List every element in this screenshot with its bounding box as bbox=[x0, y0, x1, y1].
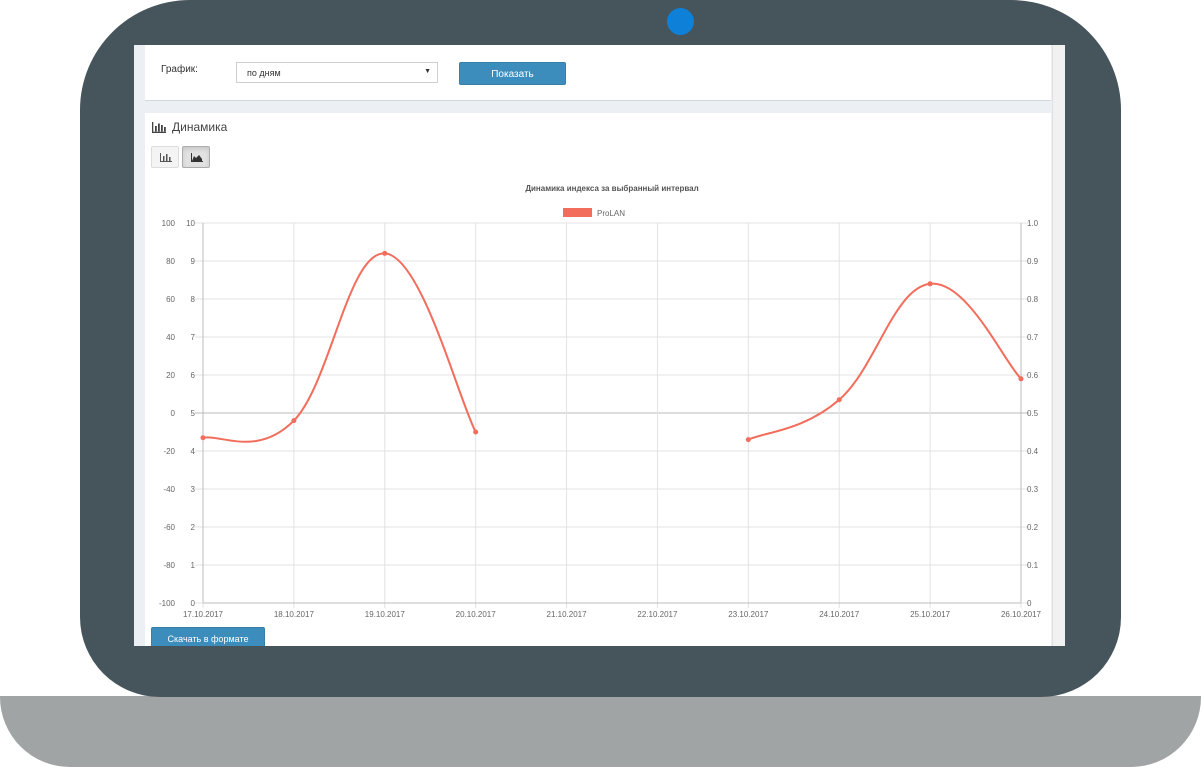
data-point bbox=[927, 281, 933, 287]
series-line bbox=[747, 282, 1022, 441]
caret-down-icon: ▼ bbox=[424, 68, 431, 75]
app-screen: График: по дням ▼ Показать отмеченные Ди… bbox=[134, 45, 1065, 646]
y-tick-label-inner: 4 bbox=[191, 447, 196, 456]
y-tick-label-right: 0.8 bbox=[1027, 295, 1039, 304]
y-tick-label-outer: 20 bbox=[166, 371, 175, 380]
chart-type-label: График: bbox=[161, 64, 198, 75]
y-tick-label-right: 0.4 bbox=[1027, 447, 1039, 456]
data-point bbox=[382, 250, 388, 256]
y-tick-label-right: 0.3 bbox=[1027, 485, 1039, 494]
page-scrollbar[interactable] bbox=[1052, 45, 1065, 646]
y-tick-label-outer: -40 bbox=[163, 485, 175, 494]
laptop-base bbox=[0, 696, 1201, 767]
y-tick-label-inner: 9 bbox=[191, 257, 196, 266]
x-tick-label: 23.10.2017 bbox=[728, 610, 769, 619]
y-tick-label-inner: 6 bbox=[191, 371, 196, 380]
y-tick-label-inner: 0 bbox=[191, 599, 196, 608]
download-excel-button[interactable]: Скачать в формате Excel bbox=[151, 627, 265, 646]
y-tick-label-inner: 7 bbox=[191, 333, 196, 342]
x-tick-label: 17.10.2017 bbox=[183, 610, 224, 619]
bar-view-button[interactable] bbox=[151, 146, 179, 168]
data-point bbox=[745, 437, 751, 443]
period-select[interactable]: по дням ▼ bbox=[236, 62, 438, 83]
bar-chart-icon bbox=[152, 121, 166, 133]
x-tick-label: 26.10.2017 bbox=[1001, 610, 1042, 619]
show-selected-button[interactable]: Показать отмеченные bbox=[459, 62, 566, 101]
y-tick-label-outer: 40 bbox=[166, 333, 175, 342]
x-tick-label: 18.10.2017 bbox=[274, 610, 315, 619]
bar-chart-icon bbox=[160, 153, 172, 162]
y-tick-label-outer: 0 bbox=[171, 409, 176, 418]
data-point bbox=[473, 429, 479, 435]
x-tick-label: 21.10.2017 bbox=[547, 610, 588, 619]
series-line bbox=[202, 252, 477, 443]
y-tick-label-right: 0.1 bbox=[1027, 561, 1039, 570]
y-tick-label-right: 0.2 bbox=[1027, 523, 1039, 532]
y-tick-label-inner: 8 bbox=[191, 295, 196, 304]
webcam-icon bbox=[667, 8, 694, 35]
legend-swatch bbox=[563, 208, 592, 217]
chart-title: Динамика индекса за выбранный интервал bbox=[525, 184, 698, 193]
x-tick-label: 22.10.2017 bbox=[637, 610, 678, 619]
y-tick-label-outer: -60 bbox=[163, 523, 175, 532]
y-tick-label-right: 0.5 bbox=[1027, 409, 1039, 418]
panel-title: Динамика bbox=[172, 120, 228, 134]
data-point bbox=[1018, 376, 1024, 382]
x-tick-label: 25.10.2017 bbox=[910, 610, 951, 619]
y-tick-label-right: 1.0 bbox=[1027, 219, 1039, 228]
dynamics-panel: Динамика Динамика индекса за выбранный и… bbox=[145, 113, 1051, 646]
data-point bbox=[836, 397, 842, 403]
data-point bbox=[200, 435, 206, 441]
y-tick-label-right: 0.9 bbox=[1027, 257, 1039, 266]
y-tick-label-outer: -80 bbox=[163, 561, 175, 570]
y-tick-label-outer: -20 bbox=[163, 447, 175, 456]
x-tick-label: 24.10.2017 bbox=[819, 610, 860, 619]
area-view-button[interactable] bbox=[182, 146, 210, 168]
legend-label: ProLAN bbox=[597, 209, 625, 218]
y-tick-label-inner: 3 bbox=[191, 485, 196, 494]
filter-panel: График: по дням ▼ Показать отмеченные bbox=[145, 45, 1051, 101]
y-tick-label-outer: 80 bbox=[166, 257, 175, 266]
y-tick-label-inner: 1 bbox=[191, 561, 196, 570]
dynamics-chart: Динамика индекса за выбранный интервал Pr… bbox=[159, 184, 1042, 619]
y-tick-label-inner: 5 bbox=[191, 409, 196, 418]
y-tick-label-outer: 60 bbox=[166, 295, 175, 304]
area-chart-icon bbox=[191, 153, 203, 162]
data-point bbox=[291, 418, 297, 424]
x-tick-label: 19.10.2017 bbox=[365, 610, 406, 619]
y-tick-label-right: 0 bbox=[1027, 599, 1032, 608]
x-tick-label: 20.10.2017 bbox=[456, 610, 497, 619]
period-select-value: по дням bbox=[247, 68, 281, 78]
y-tick-label-right: 0.6 bbox=[1027, 371, 1039, 380]
box-header: Динамика bbox=[152, 120, 227, 134]
y-tick-label-inner: 10 bbox=[186, 219, 195, 228]
y-tick-label-outer: 100 bbox=[162, 219, 176, 228]
y-tick-label-inner: 2 bbox=[191, 523, 196, 532]
y-tick-label-right: 0.7 bbox=[1027, 333, 1039, 342]
y-tick-label-outer: -100 bbox=[159, 599, 176, 608]
